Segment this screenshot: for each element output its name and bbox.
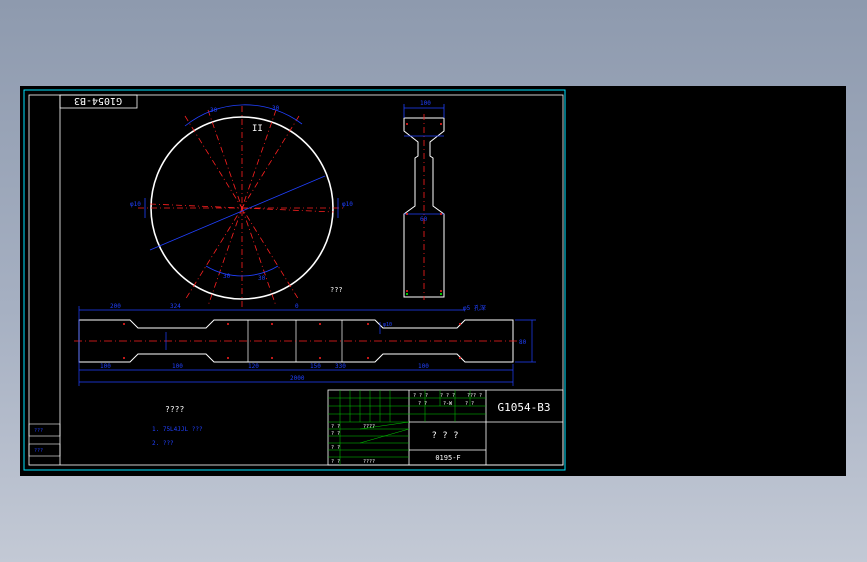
drawing-number: G1054-B3 xyxy=(498,401,551,414)
material: 0195-F xyxy=(435,454,460,462)
side-dim-top: 100 xyxy=(420,100,431,107)
dim-bottom-right: 30 xyxy=(258,275,266,282)
sub-cell-1: ? ? xyxy=(418,401,427,407)
header-cell-3: ??? ? xyxy=(467,393,482,399)
row-label-4: ? ? xyxy=(331,459,340,465)
sub-cell-3: ? ? xyxy=(465,401,474,407)
notes-heading: ???? xyxy=(165,405,184,414)
top-view: 30 30 II φ10 φ10 30 30 ??? xyxy=(130,104,353,310)
side-dim-mid: 60 xyxy=(420,216,428,223)
left-strip-1: ??? xyxy=(34,428,43,434)
header-cell-1: ? ? ? xyxy=(413,393,428,399)
row-label-2: ? ? xyxy=(331,431,340,437)
row-label-3: ? ? xyxy=(331,445,340,451)
mirror-title-text: G1054-B3 xyxy=(74,95,122,106)
front-dim-bottom-2: 100 xyxy=(172,363,183,370)
front-callout: φ5 孔深 xyxy=(463,304,486,312)
front-dim-height: 80 xyxy=(519,339,527,346)
header-cell-2: ? ? ? xyxy=(440,393,455,399)
dim-bottom-left: 30 xyxy=(223,273,231,280)
front-dim-bottom-5: 330 xyxy=(335,363,346,370)
front-dim-top-3: 0 xyxy=(295,303,299,310)
left-strip-2: ??? xyxy=(34,448,43,454)
top-view-label: II xyxy=(252,124,263,134)
dim-left: φ10 xyxy=(130,201,141,208)
front-dim-overall: 2000 xyxy=(290,375,305,382)
front-dim-bottom-4: 150 xyxy=(310,363,321,370)
cad-drawing: G1054-B3 30 30 II φ10 φ10 30 30 ??? 100 … xyxy=(23,89,566,471)
dim-right-top: 30 xyxy=(272,105,280,112)
note-1: 1. 75L4JJL ??? xyxy=(152,426,203,433)
row-value-2: ???? xyxy=(363,459,375,465)
sub-cell-2: ?-W xyxy=(443,401,453,407)
row-value-1: ???? xyxy=(363,424,375,430)
front-dim-bottom-1: 100 xyxy=(100,363,111,370)
side-view: 100 60 xyxy=(403,100,445,300)
drawing-canvas: G1054-B3 30 30 II φ10 φ10 30 30 ??? 100 … xyxy=(20,86,846,476)
note-2: 2. ??? xyxy=(152,440,174,447)
front-view: 200 324 0 100 100 120 150 330 100 2000 8… xyxy=(74,303,536,386)
front-dim-bottom-3: 120 xyxy=(248,363,259,370)
front-dim-top-1: 200 xyxy=(110,303,121,310)
outer-frame xyxy=(23,89,566,471)
front-label-mid: φ10 xyxy=(383,322,392,328)
part-name: ? ? ? xyxy=(431,431,458,441)
front-dim-bottom-6: 100 xyxy=(418,363,429,370)
inner-frame xyxy=(28,94,564,466)
front-dim-top-2: 324 xyxy=(170,303,181,310)
title-block: ? ? ? ? ? ? ??? ? ? ? ?-W ? ? ? ? ? ? ? … xyxy=(327,389,564,466)
top-view-note: ??? xyxy=(330,286,343,294)
dim-right: φ10 xyxy=(342,201,353,208)
dim-left-top: 30 xyxy=(210,107,218,114)
row-label-1: ? ? xyxy=(331,424,340,430)
